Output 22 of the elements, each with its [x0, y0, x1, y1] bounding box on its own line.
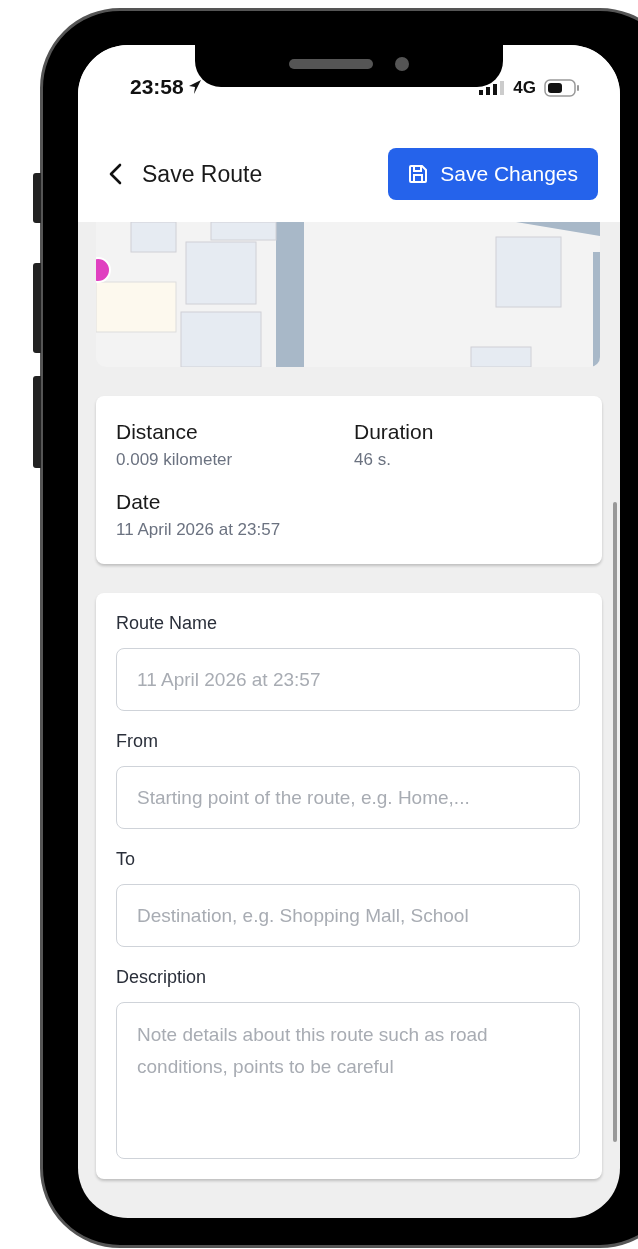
text-input-field[interactable]: Starting point of the route, e.g. Home,... — [116, 766, 580, 829]
stat-label: Duration — [354, 420, 435, 444]
back-icon[interactable] — [108, 163, 122, 185]
stat-value: 46 s. — [354, 450, 392, 470]
stat-value: 11 April 2026 at 23:57 — [116, 520, 282, 540]
signal-icon — [479, 81, 506, 95]
text-input-field[interactable]: 11 April 2026 at 23:57 — [116, 648, 580, 711]
text-input-field[interactable]: Destination, e.g. Shopping Mall, School — [116, 884, 580, 947]
location-arrow-icon — [187, 79, 202, 95]
description-field[interactable]: Note details about this route such as road conditions, points to be careful — [116, 1002, 580, 1159]
save-changes-button[interactable]: Save Changes — [388, 148, 598, 200]
field-label: Route Name — [116, 613, 219, 634]
field-label: To — [116, 849, 136, 870]
page-title: Save Route — [142, 160, 263, 188]
stat-label: Date — [116, 490, 162, 514]
status-time: 23:58 — [130, 75, 184, 99]
stat-value: 0.009 kilometer — [116, 450, 234, 470]
network-label: 4G — [513, 78, 536, 98]
field-label: Description — [116, 967, 208, 988]
battery-icon — [544, 79, 580, 97]
stat-label: Distance — [116, 420, 199, 444]
field-label: From — [116, 731, 159, 752]
